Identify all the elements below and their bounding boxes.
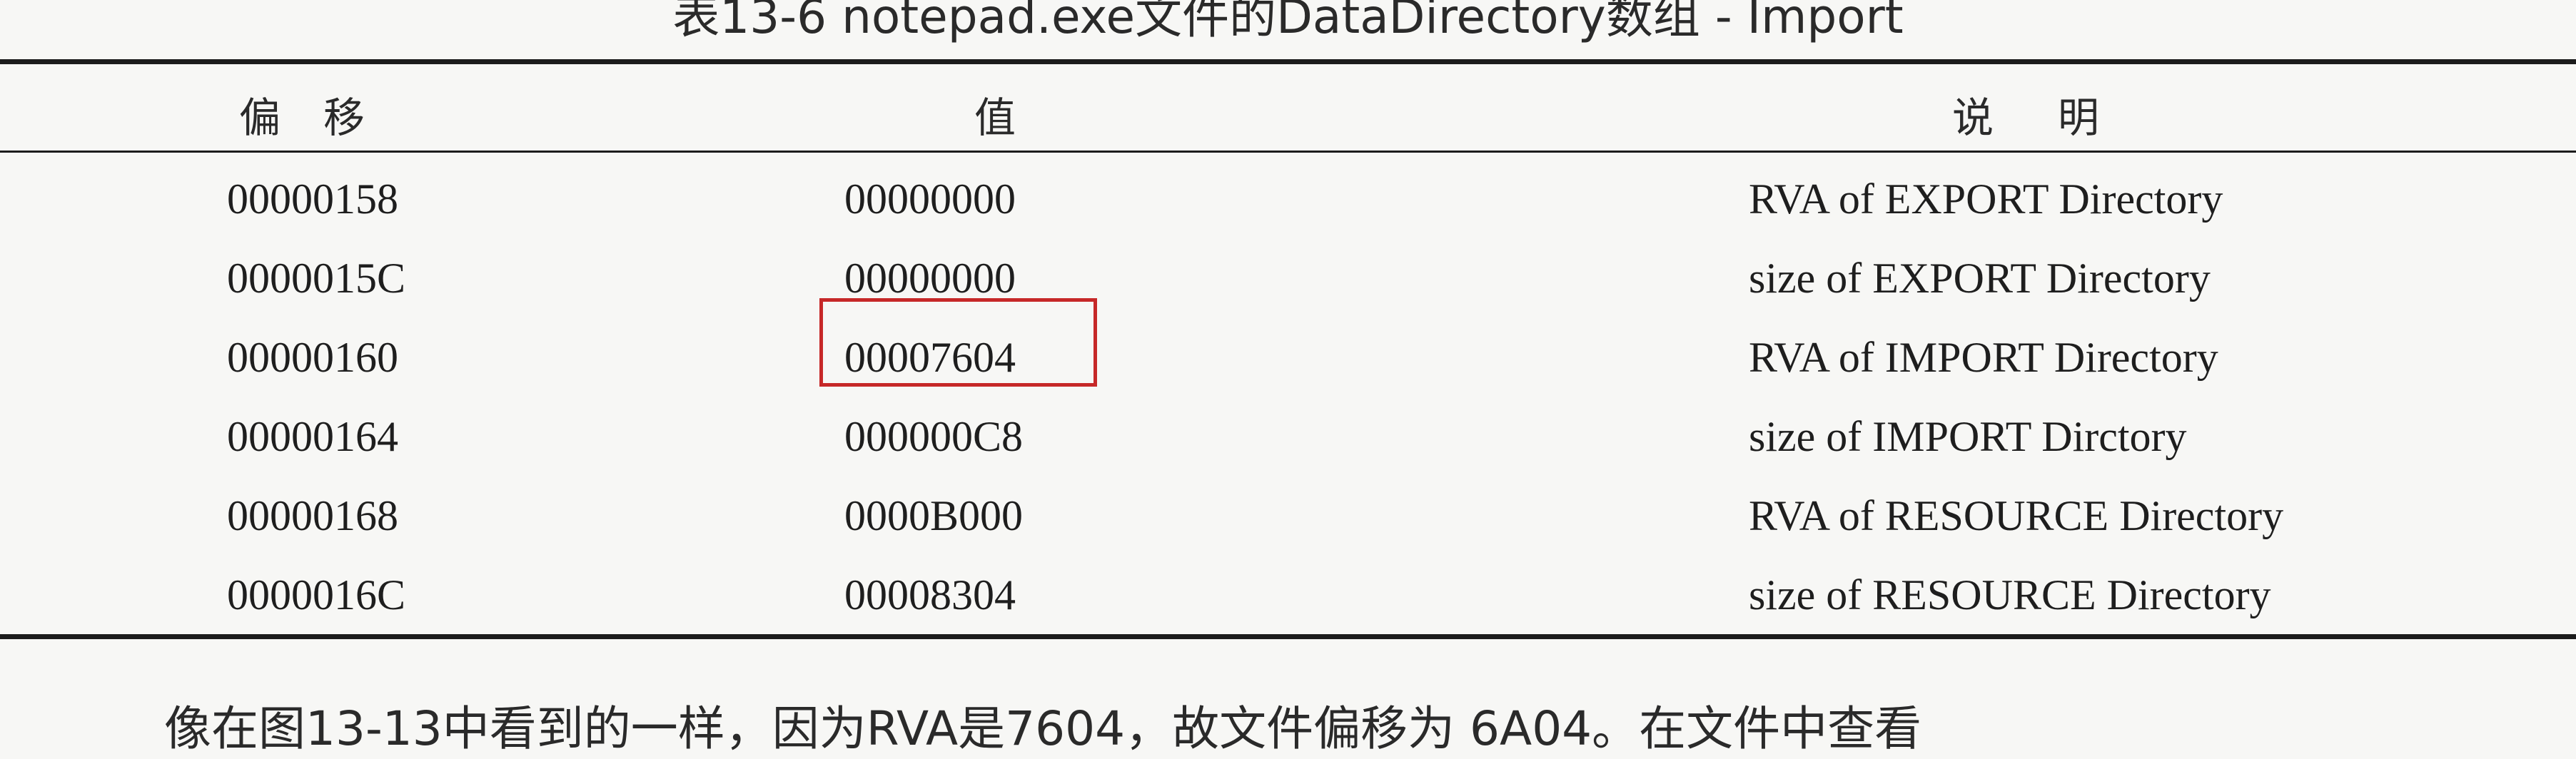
cell-description: size of IMPORT Dirctory: [1749, 413, 2187, 460]
cell-offset: 00000158: [227, 175, 398, 223]
cell-description: RVA of IMPORT Directory: [1749, 334, 2218, 381]
table-caption: 表13-6 notepad.exe文件的DataDirectory数组 - Im…: [672, 0, 1904, 44]
table-top-rule: [0, 59, 2576, 64]
header-offset: 偏移: [239, 93, 408, 142]
cell-offset: 00000164: [227, 413, 398, 460]
cell-description: RVA of EXPORT Directory: [1749, 175, 2223, 223]
table-row: 0000015C 00000000 size of EXPORT Directo…: [0, 234, 2576, 313]
header-description: 说明: [1952, 93, 2164, 142]
table-bottom-rule: [0, 634, 2576, 639]
table-row: 0000016C 00008304 size of RESOURCE Direc…: [0, 551, 2576, 630]
cell-offset: 0000016C: [227, 571, 406, 618]
cell-value: 000000C8: [844, 413, 1024, 460]
body-paragraph: 像在图13-13中看到的一样，因为RVA是7604，故文件偏移为 6A04。在文…: [164, 701, 1922, 756]
table-header-rule: [0, 151, 2576, 153]
table-row: 00000160 00007604 RVA of IMPORT Director…: [0, 313, 2576, 392]
table-row: 00000158 00000000 RVA of EXPORT Director…: [0, 155, 2576, 234]
cell-description: RVA of RESOURCE Directory: [1749, 492, 2284, 539]
table-row: 00000164 000000C8 size of IMPORT Dirctor…: [0, 392, 2576, 472]
table-row: 00000168 0000B000 RVA of RESOURCE Direct…: [0, 472, 2576, 551]
cell-description: size of EXPORT Directory: [1749, 255, 2211, 302]
cell-value: 00000000: [844, 255, 1016, 302]
cell-offset: 00000160: [227, 334, 398, 381]
cell-value: 0000B000: [844, 492, 1024, 539]
table-body: 00000158 00000000 RVA of EXPORT Director…: [0, 155, 2576, 630]
cell-offset: 0000015C: [227, 255, 406, 302]
cell-value: 00000000: [844, 175, 1016, 223]
cell-value: 00008304: [844, 571, 1016, 618]
header-value: 值: [974, 93, 1016, 142]
table-header-row: 偏移 值 说明: [0, 71, 2576, 150]
highlight-box: [819, 298, 1097, 387]
cell-offset: 00000168: [227, 492, 398, 539]
cell-description: size of RESOURCE Directory: [1749, 571, 2271, 618]
